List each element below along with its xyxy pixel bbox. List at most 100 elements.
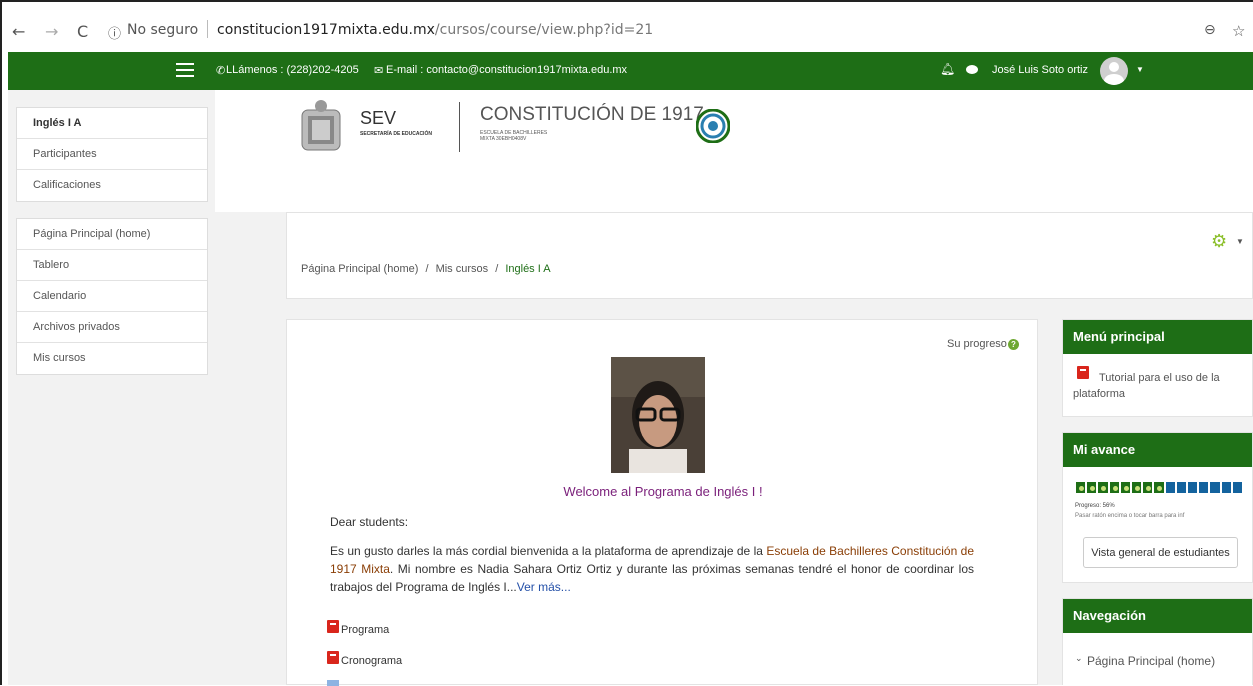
progress-cell[interactable]	[1086, 481, 1098, 494]
students-overview-button[interactable]: Vista general de estudiantes	[1083, 537, 1238, 568]
url-separator	[207, 20, 208, 38]
navigation-block: Navegación ⌄ Página Principal (home)	[1062, 598, 1253, 685]
url-host: constitucion1917mixta.edu.mx	[217, 22, 435, 38]
hamburger-menu-icon[interactable]	[176, 63, 194, 77]
chevron-down-icon: ⌄	[1075, 653, 1083, 663]
user-menu-caret-icon[interactable]: ▼	[1136, 65, 1144, 74]
paragraph-text-a: Es un gusto darles la más cordial bienve…	[330, 544, 767, 558]
header-spacer	[215, 162, 1253, 212]
user-name[interactable]: José Luis Soto ortiz	[992, 64, 1088, 76]
messages-icon[interactable]	[966, 65, 978, 74]
progress-label: Su progreso	[947, 338, 1007, 350]
main-menu-block: Menú principal Tutorial para el uso de l…	[1062, 319, 1253, 417]
progress-cell[interactable]	[1175, 481, 1187, 494]
school-emblem-icon	[696, 109, 730, 143]
progress-cell[interactable]	[1075, 481, 1087, 494]
nav-item-private-files[interactable]: Archivos privados	[17, 312, 207, 343]
url-path: /cursos/course/view.php?id=21	[434, 22, 654, 38]
not-secure-label: No seguro	[127, 22, 199, 38]
nav-item-participants[interactable]: Participantes	[17, 139, 207, 170]
main-menu-title: Menú principal	[1063, 320, 1252, 354]
gear-icon[interactable]: ⚙	[1211, 231, 1227, 252]
sev-logo-text: SEV	[360, 108, 397, 128]
nav-item-calendar[interactable]: Calendario	[17, 281, 207, 312]
progress-block: Mi avance Progreso: 56% Pasar ratón enci…	[1062, 432, 1253, 583]
breadcrumb-home[interactable]: Página Principal (home)	[301, 263, 418, 275]
user-avatar[interactable]	[1100, 57, 1128, 85]
help-icon[interactable]: ?	[1008, 339, 1019, 350]
completed-dot-icon	[1146, 486, 1152, 491]
completed-dot-icon	[1112, 486, 1118, 491]
pdf-icon	[327, 620, 339, 633]
progress-hint: Pasar ratón encima o tocar barra para in…	[1075, 513, 1185, 519]
welcome-paragraph: Es un gusto darles la más cordial bienve…	[330, 542, 974, 596]
site-header: SEV SECRETARÍA DE EDUCACIÓN CONSTITUCIÓN…	[215, 90, 1253, 162]
forward-arrow-icon[interactable]: →	[45, 22, 58, 41]
teacher-photo	[611, 357, 705, 473]
nav-item-course[interactable]: Inglés I A	[17, 108, 207, 139]
progress-cell[interactable]	[1209, 481, 1221, 494]
breadcrumb-separator: /	[495, 263, 499, 275]
nav-item-dashboard[interactable]: Tablero	[17, 250, 207, 281]
site-nav: Página Principal (home) Tablero Calendar…	[16, 218, 208, 375]
bell-icon[interactable]: 🔔︎	[940, 62, 955, 76]
email-text: E-mail : contacto@constitucion1917mixta.…	[386, 64, 628, 76]
completed-dot-icon	[1090, 486, 1096, 491]
site-top-bar: ✆ LLámenos : (228)202-4205 ✉ E-mail : co…	[8, 52, 1253, 90]
sev-subtitle: SECRETARÍA DE EDUCACIÓN	[360, 131, 432, 137]
document-icon	[327, 680, 339, 686]
navigation-title: Navegación	[1063, 599, 1252, 633]
progress-cell[interactable]	[1187, 481, 1199, 494]
resource-title: Programa	[341, 624, 390, 636]
coat-of-arms-logo[interactable]	[298, 98, 344, 156]
phone-icon: ✆	[216, 65, 226, 77]
school-subtitle-2: MIXTA 30EBH0408V	[480, 136, 527, 142]
resource-title: Cronograma	[341, 655, 403, 667]
window-left-border	[0, 0, 2, 685]
phone-text: LLámenos : (228)202-4205	[226, 64, 359, 76]
progress-cell[interactable]	[1131, 481, 1143, 494]
settings-caret-icon[interactable]: ▼	[1236, 237, 1244, 246]
course-nav: Inglés I A Participantes Calificaciones	[16, 107, 208, 202]
address-bar[interactable]: constitucion1917mixta.edu.mx/cursos/cour…	[217, 22, 653, 38]
reload-icon[interactable]: C	[77, 22, 88, 41]
progress-cell[interactable]	[1142, 481, 1154, 494]
course-content: Su progreso ? Welcome al Programa de Ing…	[286, 319, 1038, 686]
breadcrumb-my-courses[interactable]: Mis cursos	[436, 263, 489, 275]
breadcrumb: Página Principal (home) / Mis cursos / I…	[301, 263, 551, 275]
progress-percent: Progreso: 56%	[1075, 503, 1115, 509]
progress-cell[interactable]	[1164, 481, 1176, 494]
tutorial-link[interactable]: Tutorial para el uso de la plataforma	[1073, 370, 1245, 402]
zoom-icon[interactable]: ⊖	[1204, 22, 1216, 38]
welcome-heading: Welcome al Programa de Inglés I !	[563, 484, 763, 499]
back-arrow-icon[interactable]: ←	[12, 22, 25, 41]
nav-item-my-courses[interactable]: Mis cursos	[17, 343, 207, 374]
browser-toolbar: ← → C ⓘ No seguro constitucion1917mixta.…	[0, 0, 1253, 52]
email-icon: ✉	[374, 65, 384, 77]
completed-dot-icon	[1157, 486, 1163, 491]
progress-cell[interactable]	[1097, 481, 1109, 494]
completed-dot-icon	[1079, 486, 1084, 491]
progress-cell[interactable]	[1108, 481, 1120, 494]
progress-bar[interactable]	[1075, 481, 1243, 494]
completed-dot-icon	[1123, 486, 1129, 491]
breadcrumb-current[interactable]: Inglés I A	[505, 263, 550, 275]
completed-dot-icon	[1135, 486, 1140, 491]
pdf-icon	[327, 651, 339, 664]
progress-cell[interactable]	[1119, 481, 1131, 494]
info-icon[interactable]: ⓘ	[108, 23, 121, 42]
nav-item-home[interactable]: Página Principal (home)	[17, 219, 207, 250]
paragraph-text-b: . Mi nombre es Nadia Sahara Ortiz Ortiz …	[330, 562, 975, 594]
greeting-text: Dear students:	[330, 515, 409, 529]
progress-cell[interactable]	[1231, 481, 1243, 494]
school-name: CONSTITUCIÓN DE 1917	[480, 104, 704, 125]
progress-cell[interactable]	[1220, 481, 1232, 494]
progress-cell[interactable]	[1153, 481, 1165, 494]
progress-cell[interactable]	[1198, 481, 1210, 494]
nav-item-grades[interactable]: Calificaciones	[17, 170, 207, 201]
bookmark-star-icon[interactable]: ☆	[1232, 22, 1245, 40]
see-more-link[interactable]: Ver más...	[517, 580, 571, 594]
nav-home-link[interactable]: Página Principal (home)	[1087, 654, 1215, 668]
breadcrumb-separator: /	[425, 263, 429, 275]
page-header: ⚙ ▼ Página Principal (home) / Mis cursos…	[286, 212, 1253, 299]
